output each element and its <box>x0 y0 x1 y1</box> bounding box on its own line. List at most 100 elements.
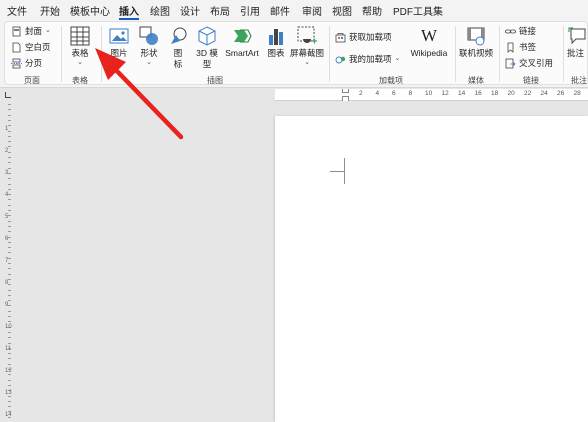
wikipedia-label: Wikipedia <box>410 48 448 58</box>
icons-label-line2: 标 <box>173 59 183 69</box>
ruler-tick <box>8 263 11 264</box>
menu-tab[interactable]: 绘图 <box>150 3 170 18</box>
online-video-icon <box>466 26 486 46</box>
addins-group-label: 加载项 <box>379 76 403 85</box>
cover-page-caret: ⌄ <box>45 27 51 34</box>
link-label: 链接 <box>519 26 537 36</box>
ruler-tick <box>8 220 11 222</box>
menu-tab[interactable]: 审阅 <box>302 3 322 18</box>
3d-model-button[interactable]: 3D 模 型 <box>193 26 221 70</box>
ruler-tick <box>8 257 11 259</box>
ruler-tick <box>8 379 11 381</box>
chart-icon <box>266 26 286 46</box>
shapes-icon <box>139 26 159 46</box>
links-group-label: 链接 <box>523 76 539 85</box>
shapes-button[interactable]: 形状 ⌄ <box>136 26 162 67</box>
smartart-label: SmartArt <box>225 48 259 58</box>
icons-icon <box>168 26 188 46</box>
comment-button[interactable]: 批注 <box>567 26 588 59</box>
3d-model-label-line1: 3D 模 <box>196 48 218 58</box>
ruler-mark: 6 <box>392 90 396 97</box>
menu-tab[interactable]: 插入 <box>119 3 139 20</box>
blank-page-label: 空白页 <box>25 42 51 52</box>
page-break-icon <box>11 58 22 69</box>
store-icon <box>335 32 346 43</box>
ruler-tick <box>8 316 11 317</box>
table-button[interactable]: 表格 ⌄ <box>65 26 95 67</box>
ruler-tick <box>8 289 11 291</box>
picture-button[interactable]: 图片 ⌄ <box>106 26 132 67</box>
cross-reference-button[interactable]: 交叉引用 <box>505 56 553 70</box>
separator <box>61 26 62 82</box>
menu-tab[interactable]: 文件 <box>7 3 27 18</box>
comment-icon <box>567 26 587 46</box>
ruler-tick <box>8 337 11 339</box>
separator <box>499 26 500 82</box>
chart-button[interactable]: 图表 <box>263 26 289 59</box>
menu-tab[interactable]: 视图 <box>332 3 352 18</box>
ruler-tick <box>8 231 11 233</box>
get-addins-button[interactable]: 获取加载项 <box>335 30 392 44</box>
ruler-mark: 20 <box>507 90 515 97</box>
tab-stop-selector[interactable] <box>5 92 11 98</box>
ruler-tick <box>8 268 11 270</box>
ruler-mark: 10 <box>5 324 12 330</box>
online-video-button[interactable]: 联机视频 <box>457 26 495 59</box>
horizontal-ruler[interactable]: 24681012141618202224262830 <box>275 89 588 101</box>
addins-icon <box>335 54 346 65</box>
menu-tab[interactable]: 帮助 <box>362 3 382 18</box>
ruler-tick <box>8 104 11 105</box>
screenshot-button[interactable]: 屏幕截图 ⌄ <box>289 26 325 67</box>
ruler-tick <box>8 183 11 185</box>
ruler-mark: 4 <box>5 192 9 198</box>
menu-tab[interactable]: 开始 <box>40 3 60 18</box>
ruler-tick <box>8 172 11 174</box>
ruler-mark: 28 <box>573 90 581 97</box>
ruler-tick <box>8 363 11 365</box>
ruler-tick <box>8 236 11 238</box>
page-break-label: 分页 <box>25 58 43 68</box>
ribbon: 封面 ⌄ 空白页 分页 页面 表格 ⌄ 表格 图片 ⌄ 形状 ⌄ 图 标 3D … <box>0 20 588 88</box>
page-break-button[interactable]: 分页 <box>11 56 42 70</box>
vertical-ruler[interactable]: 1 2 3 4 5 6 7 8 9 10 11 12 13 14 <box>4 104 14 422</box>
smartart-button[interactable]: SmartArt <box>223 26 261 59</box>
first-line-indent-marker[interactable] <box>342 89 349 93</box>
ruler-mark: 14 <box>458 90 466 97</box>
ruler-mark: 5 <box>5 214 9 220</box>
menu-tab[interactable]: 邮件 <box>270 3 290 18</box>
ruler-tick <box>8 241 11 243</box>
icons-button[interactable]: 图 标 <box>167 26 189 70</box>
ruler-mark: 6 <box>5 236 9 242</box>
link-button[interactable]: 链接 <box>505 24 536 38</box>
bookmark-label: 书签 <box>519 42 537 52</box>
ruler-tick <box>8 125 11 127</box>
ruler-tick <box>8 273 11 275</box>
menu-tab[interactable]: 设计 <box>180 3 200 18</box>
wikipedia-button[interactable]: W Wikipedia <box>409 26 449 59</box>
cover-page-button[interactable]: 封面 ⌄ <box>11 24 51 38</box>
document-page[interactable] <box>275 116 588 422</box>
media-group-label: 媒体 <box>468 76 484 85</box>
menu-tab[interactable]: 模板中心 <box>70 3 110 18</box>
ruler-tick <box>8 321 11 323</box>
ruler-tick <box>8 162 11 164</box>
my-addins-button[interactable]: 我的加载项 ⌄ <box>335 52 400 66</box>
menu-tab[interactable]: 布局 <box>210 3 230 18</box>
ruler-mark: 10 <box>425 90 433 97</box>
menu-tab[interactable]: 引用 <box>240 3 260 18</box>
separator <box>563 26 564 82</box>
ruler-tick <box>8 310 11 312</box>
ruler-tick <box>8 406 11 408</box>
bookmark-button[interactable]: 书签 <box>505 40 536 54</box>
menu-tab[interactable]: PDF工具集 <box>393 3 443 18</box>
ruler-tick <box>8 353 11 355</box>
blank-page-button[interactable]: 空白页 <box>11 40 51 54</box>
ruler-tick <box>8 225 11 227</box>
online-video-label: 联机视频 <box>458 48 493 58</box>
left-indent-marker[interactable] <box>342 96 349 101</box>
screenshot-label: 屏幕截图 <box>289 48 324 58</box>
wikipedia-icon: W <box>420 26 438 45</box>
ruler-tick <box>8 278 11 280</box>
ruler-tick <box>8 252 11 254</box>
ribbon-panel: 封面 ⌄ 空白页 分页 页面 表格 ⌄ 表格 图片 ⌄ 形状 ⌄ 图 标 3D … <box>4 21 588 85</box>
